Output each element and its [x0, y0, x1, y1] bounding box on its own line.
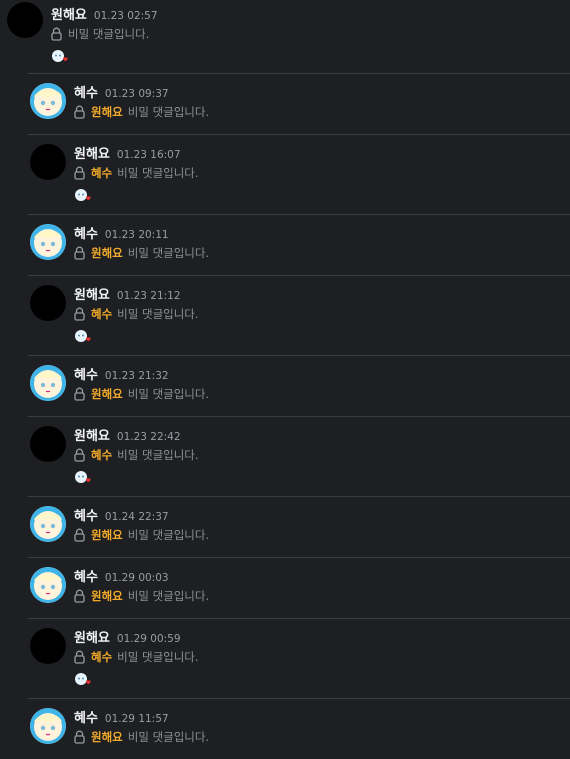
comment-time: 01.23 20:11: [104, 229, 169, 241]
avatar[interactable]: [7, 2, 43, 38]
comment-author[interactable]: 혜수: [74, 566, 98, 585]
reply-comment: 원해요 01.23 22:42 혜수 비밀 댓글입니다.: [28, 416, 570, 496]
reply-comment: 혜수 01.23 09:37 원해요 비밀 댓글입니다.: [28, 73, 570, 134]
comment-time: 01.29 00:03: [104, 572, 169, 584]
avatar[interactable]: [30, 144, 66, 180]
secret-comment-text: 비밀 댓글입니다.: [127, 246, 210, 260]
reply-comment: 원해요 01.23 16:07 혜수 비밀 댓글입니다.: [28, 134, 570, 214]
comment-author[interactable]: 혜수: [74, 707, 98, 726]
comment: 원해요 01.23 02:57 비밀 댓글입니다.: [0, 0, 570, 73]
lock-icon: [74, 387, 85, 401]
lock-icon: [74, 528, 85, 542]
lock-icon: [74, 166, 85, 180]
mention-name[interactable]: 원해요: [91, 527, 123, 543]
lock-icon: [74, 307, 85, 321]
mention-name[interactable]: 원해요: [91, 386, 123, 402]
avatar[interactable]: [30, 426, 66, 462]
comment-author[interactable]: 혜수: [74, 82, 98, 101]
comment-author[interactable]: 원해요: [74, 425, 110, 444]
comment-thread: 원해요 01.23 02:57 비밀 댓글입니다. 혜수 01.23 09:37…: [0, 0, 570, 759]
comment-author[interactable]: 혜수: [74, 364, 98, 383]
secret-comment-text: 비밀 댓글입니다.: [127, 105, 210, 119]
secret-comment-text: 비밀 댓글입니다.: [117, 166, 199, 180]
lock-icon: [51, 27, 62, 41]
comment-author[interactable]: 원해요: [74, 143, 110, 162]
reaction-emoji-icon[interactable]: [74, 470, 92, 486]
comment-time: 01.23 16:07: [116, 149, 181, 161]
lock-icon: [74, 105, 85, 119]
comment-time: 01.29 00:59: [116, 633, 181, 645]
mention-name[interactable]: 혜수: [91, 447, 112, 463]
secret-comment-text: 비밀 댓글입니다.: [68, 27, 150, 41]
reply-comment: 혜수 01.23 20:11 원해요 비밀 댓글입니다.: [28, 214, 570, 275]
reply-comment: 원해요 01.29 00:59 혜수 비밀 댓글입니다.: [28, 618, 570, 698]
secret-comment-text: 비밀 댓글입니다.: [127, 730, 210, 744]
secret-comment-text: 비밀 댓글입니다.: [117, 307, 199, 321]
secret-comment-text: 비밀 댓글입니다.: [127, 589, 210, 603]
lock-icon: [74, 448, 85, 462]
reaction-emoji-icon[interactable]: [51, 49, 69, 65]
avatar[interactable]: [30, 224, 66, 260]
comment-author[interactable]: 혜수: [74, 223, 98, 242]
mention-name[interactable]: 원해요: [91, 588, 123, 604]
avatar[interactable]: [30, 628, 66, 664]
reaction-emoji-icon[interactable]: [74, 188, 92, 204]
comment-author[interactable]: 원해요: [74, 627, 110, 646]
comment-time: 01.23 21:12: [116, 290, 181, 302]
avatar[interactable]: [30, 708, 66, 744]
mention-name[interactable]: 원해요: [91, 245, 123, 261]
reaction-emoji-icon[interactable]: [74, 672, 92, 688]
mention-name[interactable]: 원해요: [91, 729, 123, 745]
lock-icon: [74, 730, 85, 744]
reply-comment: 혜수 01.29 00:03 원해요 비밀 댓글입니다.: [28, 557, 570, 618]
avatar[interactable]: [30, 83, 66, 119]
reply-comment: 혜수 01.23 21:32 원해요 비밀 댓글입니다.: [28, 355, 570, 416]
comment-time: 01.23 22:42: [116, 431, 181, 443]
comment-time: 01.29 11:57: [104, 713, 169, 725]
avatar[interactable]: [30, 567, 66, 603]
mention-name[interactable]: 원해요: [91, 104, 123, 120]
reply-comment: 혜수 01.29 11:57 원해요 비밀 댓글입니다.: [28, 698, 570, 759]
mention-name[interactable]: 혜수: [91, 165, 112, 181]
comment-author[interactable]: 혜수: [74, 505, 98, 524]
avatar[interactable]: [30, 506, 66, 542]
comment-time: 01.24 22:37: [104, 511, 169, 523]
comment-time: 01.23 02:57: [93, 10, 158, 22]
comment-author[interactable]: 원해요: [74, 284, 110, 303]
lock-icon: [74, 589, 85, 603]
mention-name[interactable]: 혜수: [91, 306, 112, 322]
lock-icon: [74, 246, 85, 260]
secret-comment-text: 비밀 댓글입니다.: [117, 650, 199, 664]
comment-time: 01.23 09:37: [104, 88, 169, 100]
reply-comment: 원해요 01.23 21:12 혜수 비밀 댓글입니다.: [28, 275, 570, 355]
avatar[interactable]: [30, 365, 66, 401]
reaction-emoji-icon[interactable]: [74, 329, 92, 345]
secret-comment-text: 비밀 댓글입니다.: [117, 448, 199, 462]
comment-author[interactable]: 원해요: [51, 4, 87, 23]
lock-icon: [74, 650, 85, 664]
comment-time: 01.23 21:32: [104, 370, 169, 382]
mention-name[interactable]: 혜수: [91, 649, 112, 665]
reply-comment: 혜수 01.24 22:37 원해요 비밀 댓글입니다.: [28, 496, 570, 557]
secret-comment-text: 비밀 댓글입니다.: [127, 387, 210, 401]
avatar[interactable]: [30, 285, 66, 321]
secret-comment-text: 비밀 댓글입니다.: [127, 528, 210, 542]
